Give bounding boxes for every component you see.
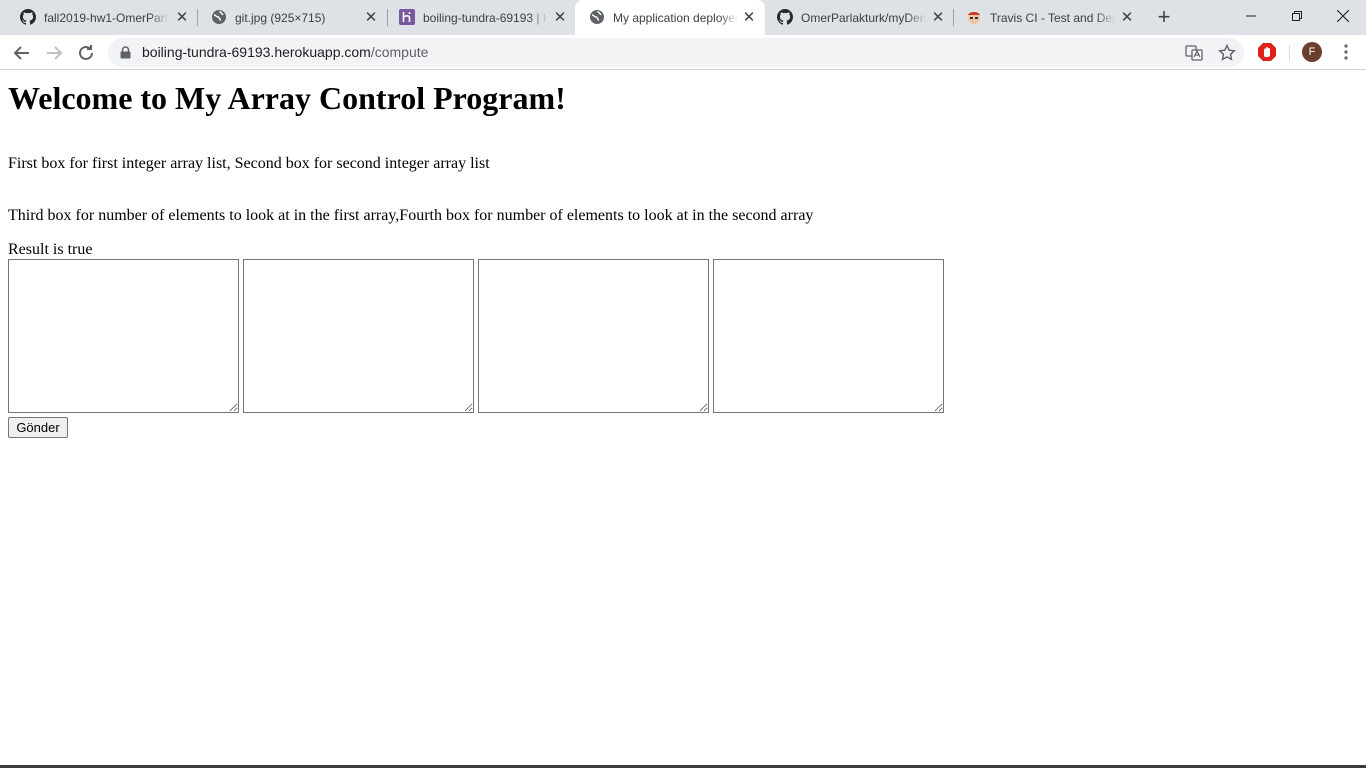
close-icon[interactable]: ✕: [1119, 10, 1135, 26]
first-count-textarea[interactable]: [478, 259, 709, 413]
github-icon: [777, 9, 794, 25]
new-tab-button[interactable]: +: [1154, 6, 1174, 28]
url-host: boiling-tundra-69193.herokuapp.com: [142, 44, 371, 60]
github-icon: [20, 9, 37, 25]
tab-my-application-active[interactable]: My application deployed ✕: [575, 0, 765, 35]
close-icon[interactable]: ✕: [741, 10, 757, 26]
bookmark-star-icon[interactable]: [1218, 43, 1236, 62]
tab-title: fall2019-hw1-OmerParlakturk: [44, 11, 169, 25]
result-text: Result is true: [8, 241, 93, 258]
page-title: Welcome to My Array Control Program!: [8, 80, 566, 116]
menu-kebab-icon[interactable]: [1336, 42, 1356, 62]
back-arrow-icon[interactable]: [10, 41, 34, 65]
minimize-button[interactable]: [1228, 0, 1274, 30]
restore-button[interactable]: [1274, 0, 1320, 30]
globe-icon: [211, 9, 227, 25]
adblock-extension-icon[interactable]: [1257, 42, 1277, 62]
url-text[interactable]: boiling-tundra-69193.herokuapp.com/compu…: [142, 44, 428, 61]
translate-icon[interactable]: [1185, 44, 1203, 62]
tab-strip: fall2019-hw1-OmerParlakturk ✕ git.jpg (9…: [0, 0, 1366, 35]
instruction-text-2: Third box for number of elements to look…: [8, 207, 814, 224]
reload-icon[interactable]: [74, 41, 98, 65]
close-icon[interactable]: ✕: [363, 10, 379, 26]
globe-icon: [589, 9, 605, 25]
url-path: /compute: [370, 44, 429, 60]
tab-travis[interactable]: Travis CI - Test and Deploy ✕: [952, 0, 1142, 35]
tab-title: My application deployed: [613, 11, 738, 25]
tab-github-hw1[interactable]: fall2019-hw1-OmerParlakturk ✕: [6, 0, 196, 35]
toolbar-divider: [1289, 45, 1290, 61]
address-bar[interactable]: boiling-tundra-69193.herokuapp.com/compu…: [108, 38, 1244, 67]
window-close-button[interactable]: [1320, 0, 1366, 30]
tab-heroku[interactable]: boiling-tundra-69193 | Heroku ✕: [385, 0, 575, 35]
forward-arrow-icon[interactable]: [42, 41, 66, 65]
submit-button[interactable]: Gönder: [8, 417, 68, 438]
tab-title: git.jpg (925×715): [235, 11, 326, 25]
browser-toolbar: boiling-tundra-69193.herokuapp.com/compu…: [0, 35, 1366, 70]
second-array-textarea[interactable]: [243, 259, 474, 413]
close-icon[interactable]: ✕: [174, 10, 190, 26]
instruction-text-1: First box for first integer array list, …: [8, 155, 490, 172]
travis-icon: [966, 9, 982, 25]
close-icon[interactable]: ✕: [552, 10, 568, 26]
tab-title: OmerParlakturk/myDemo: [801, 11, 926, 25]
profile-avatar[interactable]: F: [1302, 42, 1322, 62]
heroku-icon: [399, 9, 415, 25]
second-count-textarea[interactable]: [713, 259, 944, 413]
lock-icon[interactable]: [120, 46, 131, 59]
close-icon[interactable]: ✕: [930, 10, 946, 26]
first-array-textarea[interactable]: [8, 259, 239, 413]
page-content: Welcome to My Array Control Program! Fir…: [0, 71, 1366, 765]
tab-title: boiling-tundra-69193 | Heroku: [423, 11, 548, 25]
tab-title: Travis CI - Test and Deploy: [990, 11, 1115, 25]
tab-github-mydemo[interactable]: OmerParlakturk/myDemo ✕: [763, 0, 953, 35]
tab-git-jpg[interactable]: git.jpg (925×715) ✕: [197, 0, 387, 35]
